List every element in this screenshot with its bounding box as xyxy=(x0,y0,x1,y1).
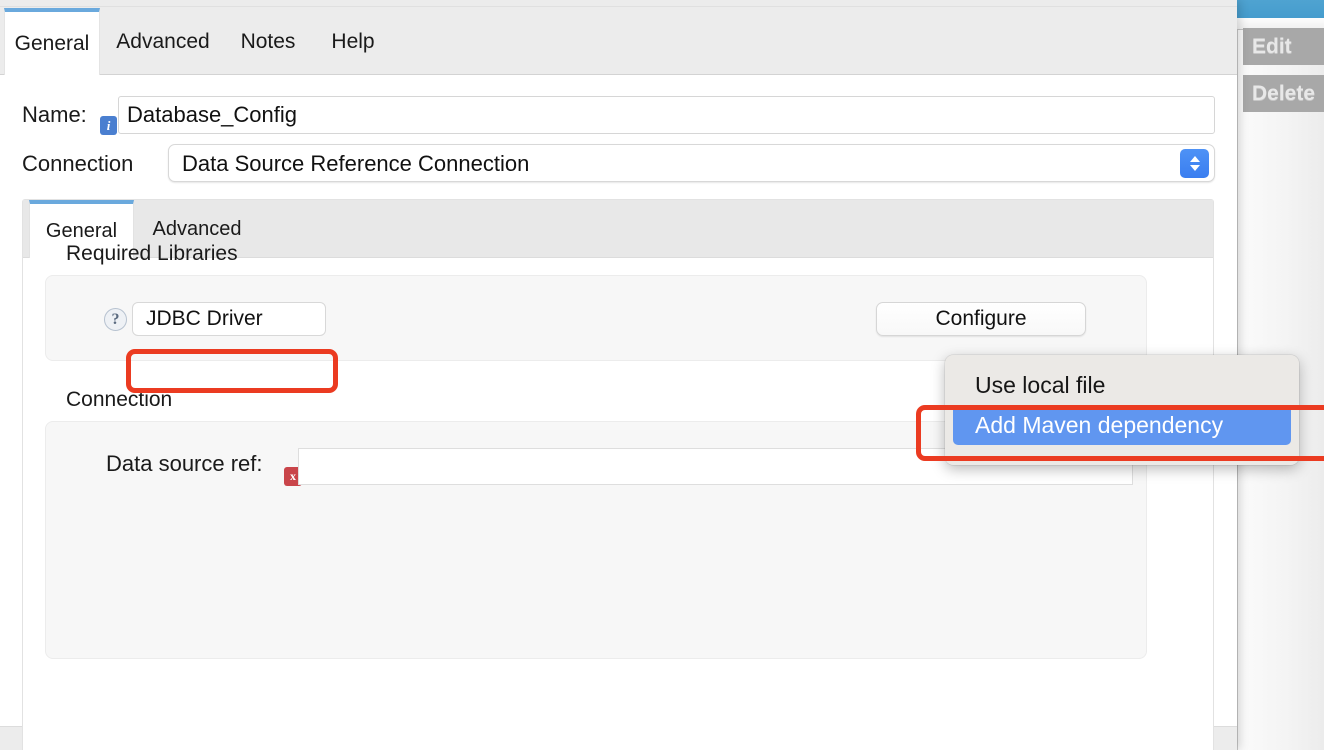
tab-advanced[interactable]: Advanced xyxy=(108,8,218,75)
required-libraries-title: Required Libraries xyxy=(66,242,238,265)
tab-general[interactable]: General xyxy=(4,8,100,75)
menu-item-use-local-file[interactable]: Use local file xyxy=(953,365,1291,405)
connection-selected-value: Data Source Reference Connection xyxy=(182,151,530,176)
required-libraries-group: ? JDBC Driver Configure xyxy=(45,275,1147,361)
screen-root: Edit Delete General Advanced Notes Help … xyxy=(0,0,1324,750)
library-context-menu: Use local file Add Maven dependency xyxy=(945,355,1299,465)
menu-item-add-maven-dependency[interactable]: Add Maven dependency xyxy=(953,405,1291,445)
data-source-ref-label: Data source ref: xyxy=(106,451,263,476)
background-window-titlebar xyxy=(1237,0,1324,18)
tab-notes[interactable]: Notes xyxy=(228,8,308,75)
updown-chevron-icon[interactable] xyxy=(1180,149,1209,178)
connection-label: Connection xyxy=(22,151,134,176)
connection-section-title: Connection xyxy=(66,388,173,411)
configure-button[interactable]: Configure xyxy=(876,302,1086,336)
connection-select[interactable]: Data Source Reference Connection xyxy=(168,144,1215,182)
name-label: Name: xyxy=(22,102,87,127)
name-row: Name: xyxy=(0,95,1237,135)
info-icon: i xyxy=(100,116,117,135)
outer-tab-bar: General Advanced Notes Help xyxy=(0,8,1237,75)
tab-help[interactable]: Help xyxy=(318,8,388,75)
background-edit-button[interactable]: Edit xyxy=(1243,28,1324,65)
connection-row: Connection Data Source Reference Connect… xyxy=(0,144,1237,186)
question-mark-icon[interactable]: ? xyxy=(104,308,127,331)
background-delete-button[interactable]: Delete xyxy=(1243,75,1324,112)
dialog-top-edge xyxy=(0,0,1237,7)
name-input[interactable] xyxy=(118,96,1215,134)
jdbc-driver-field[interactable]: JDBC Driver xyxy=(132,302,326,336)
